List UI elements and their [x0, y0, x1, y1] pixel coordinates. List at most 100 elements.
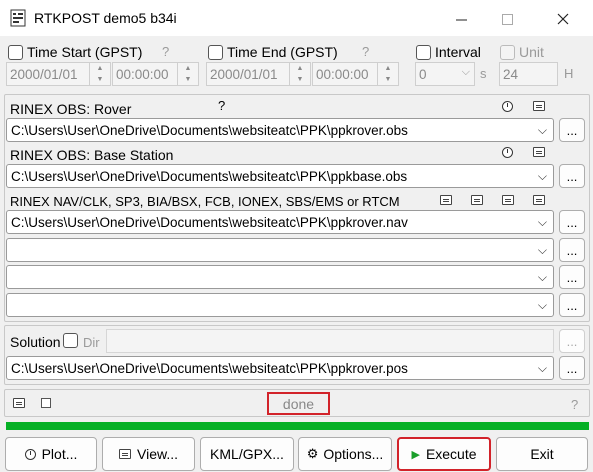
window-title: RTKPOST demo5 b34i: [34, 10, 177, 26]
rover-obs-path: C:\Users\User\OneDrive\Documents\website…: [11, 122, 408, 138]
interval-label: Interval: [435, 44, 481, 60]
spin-down-icon[interactable]: ▼: [178, 74, 198, 85]
base-browse-button[interactable]: ...: [559, 164, 585, 188]
maximize-button: [484, 6, 530, 32]
solution-dir-field: [106, 329, 554, 353]
time-end-help[interactable]: ?: [362, 44, 369, 59]
nav1-view-icon[interactable]: [440, 195, 452, 205]
chevron-down-icon: ⌵: [537, 298, 547, 312]
time-end-label: Time End (GPST): [227, 44, 338, 60]
view-button[interactable]: View...: [102, 437, 195, 471]
time-start-time-field[interactable]: 00:00:00: [112, 62, 178, 86]
nav4-view-icon[interactable]: [533, 195, 545, 205]
chevron-down-icon: ⌵: [537, 169, 547, 183]
time-end-date-field[interactable]: 2000/01/01: [206, 62, 290, 86]
base-obs-label: RINEX OBS: Base Station: [10, 147, 174, 163]
log-view-icon[interactable]: [13, 398, 25, 408]
spin-down-icon[interactable]: ▼: [378, 74, 398, 85]
interval-checkbox[interactable]: [416, 45, 431, 60]
trace-view-icon[interactable]: [41, 398, 51, 408]
nav3-browse-button[interactable]: ...: [559, 265, 585, 289]
time-start-date-spinner[interactable]: ▲ ▼: [89, 62, 111, 86]
plot-icon: [24, 448, 36, 460]
rover-time-icon[interactable]: [502, 101, 513, 112]
solution-file-path: C:\Users\User\OneDrive\Documents\website…: [11, 360, 408, 376]
minimize-button[interactable]: [438, 6, 484, 32]
chevron-down-icon: ⌵: [537, 243, 547, 257]
solution-dir-checkbox[interactable]: [63, 333, 78, 348]
unit-field: 24: [499, 62, 558, 86]
base-obs-path: C:\Users\User\OneDrive\Documents\website…: [11, 168, 408, 184]
interval-unit-label: s: [480, 66, 487, 81]
exit-label: Exit: [530, 446, 554, 462]
nav2-browse-button[interactable]: ...: [559, 238, 585, 262]
spin-up-icon[interactable]: ▲: [90, 63, 110, 74]
time-end-time-field[interactable]: 00:00:00: [312, 62, 378, 86]
spin-down-icon[interactable]: ▼: [290, 74, 310, 85]
rover-obs-combo[interactable]: C:\Users\User\OneDrive\Documents\website…: [6, 118, 554, 142]
solution-dir-browse-button: ...: [559, 329, 585, 353]
spin-down-icon[interactable]: ▼: [90, 74, 110, 85]
time-start-time-spinner[interactable]: ▲ ▼: [177, 62, 199, 86]
progress-bar: [6, 422, 589, 430]
solution-label: Solution: [10, 334, 61, 350]
time-start-help[interactable]: ?: [162, 44, 169, 59]
status-message: done: [267, 392, 330, 415]
time-end-date-spinner[interactable]: ▲ ▼: [289, 62, 311, 86]
view-icon: [119, 449, 131, 459]
minimize-icon: [455, 19, 467, 20]
nav2-view-icon[interactable]: [471, 195, 483, 205]
maximize-icon: [501, 13, 513, 25]
close-button[interactable]: [540, 6, 586, 32]
spin-up-icon[interactable]: ▲: [378, 63, 398, 74]
interval-select[interactable]: 0 ⌵: [415, 62, 475, 86]
interval-value: 0: [419, 66, 427, 82]
nav4-browse-button[interactable]: ...: [559, 293, 585, 317]
nav1-browse-button[interactable]: ...: [559, 210, 585, 234]
chevron-down-icon: ⌵: [537, 123, 547, 137]
chevron-down-icon: ⌵: [537, 215, 547, 229]
chevron-down-icon: ⌵: [537, 270, 547, 284]
kml-gpx-button[interactable]: KML/GPX...: [200, 437, 294, 471]
nav-label: RINEX NAV/CLK, SP3, BIA/BSX, FCB, IONEX,…: [10, 194, 400, 209]
play-icon: ▶: [411, 448, 420, 461]
time-end-time-spinner[interactable]: ▲ ▼: [377, 62, 399, 86]
solution-file-combo[interactable]: C:\Users\User\OneDrive\Documents\website…: [6, 356, 554, 380]
nav3-view-icon[interactable]: [502, 195, 514, 205]
status-help[interactable]: ?: [571, 397, 578, 412]
rover-help[interactable]: ?: [218, 98, 225, 113]
gear-icon: ⚙: [306, 446, 319, 461]
unit-label: Unit: [519, 44, 544, 60]
time-start-checkbox[interactable]: [8, 45, 23, 60]
base-obs-combo[interactable]: C:\Users\User\OneDrive\Documents\website…: [6, 164, 554, 188]
spin-up-icon[interactable]: ▲: [178, 63, 198, 74]
solution-dir-label: Dir: [83, 335, 100, 350]
rtkpost-app-icon: [10, 9, 26, 27]
nav-file-2-combo[interactable]: ⌵: [6, 238, 554, 262]
chevron-down-icon: ⌵: [537, 361, 547, 375]
plot-label: Plot...: [41, 446, 78, 462]
options-label: Options...: [323, 446, 384, 462]
base-view-icon[interactable]: [533, 147, 545, 157]
nav-file-1-path: C:\Users\User\OneDrive\Documents\website…: [11, 214, 408, 230]
rover-view-icon[interactable]: [533, 101, 545, 111]
spin-up-icon[interactable]: ▲: [290, 63, 310, 74]
close-icon: [557, 13, 569, 25]
rover-obs-label: RINEX OBS: Rover: [10, 101, 132, 117]
chevron-down-icon: ⌵: [461, 66, 470, 78]
exit-button[interactable]: Exit: [496, 437, 588, 471]
nav-file-3-combo[interactable]: ⌵: [6, 265, 554, 289]
view-label: View...: [137, 446, 178, 462]
time-start-date-field[interactable]: 2000/01/01: [6, 62, 90, 86]
nav-file-4-combo[interactable]: ⌵: [6, 293, 554, 317]
options-button[interactable]: ⚙ Options...: [298, 437, 392, 471]
base-time-icon[interactable]: [502, 147, 513, 158]
solution-browse-button[interactable]: ...: [559, 356, 585, 380]
time-end-checkbox[interactable]: [208, 45, 223, 60]
plot-button[interactable]: Plot...: [5, 437, 97, 471]
unit-hour-label: H: [564, 66, 574, 81]
rover-browse-button[interactable]: ...: [559, 118, 585, 142]
kml-gpx-label: KML/GPX...: [210, 446, 284, 462]
execute-button[interactable]: ▶ Execute: [397, 437, 491, 471]
nav-file-1-combo[interactable]: C:\Users\User\OneDrive\Documents\website…: [6, 210, 554, 234]
